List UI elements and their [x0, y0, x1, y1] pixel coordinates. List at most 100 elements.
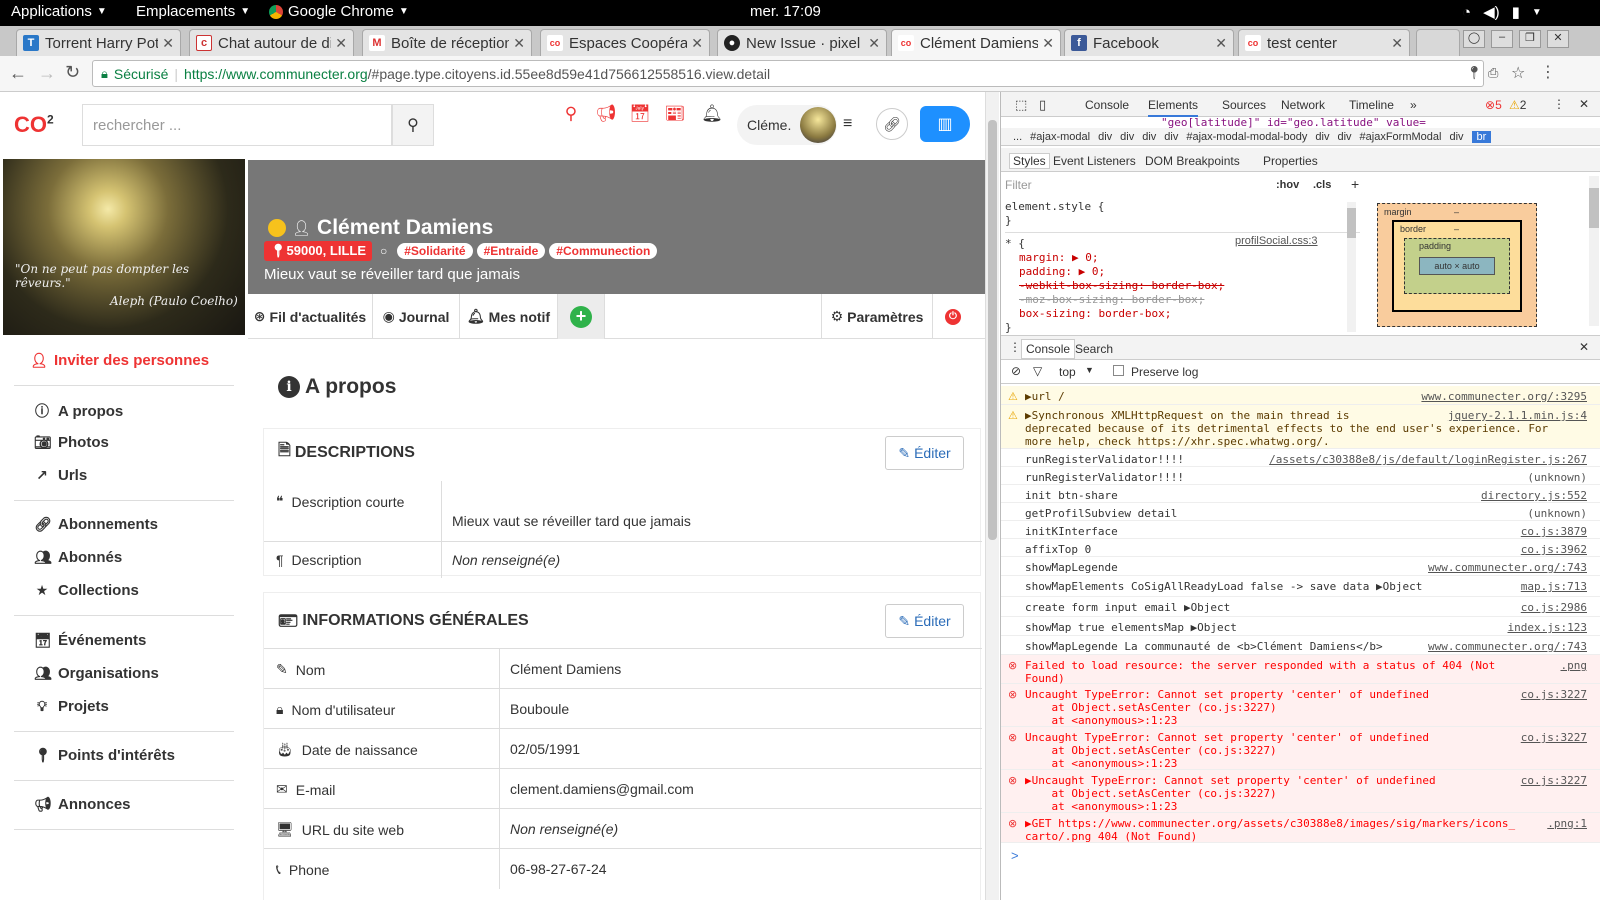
breadcrumb-item-selected[interactable]: br	[1471, 130, 1492, 143]
search-input[interactable]: rechercher ...	[82, 104, 392, 146]
devtools-menu-icon[interactable]: ⋮	[1553, 97, 1565, 111]
close-icon[interactable]: ✕	[1579, 340, 1589, 354]
console-message[interactable]: showMapElements CoSigAllReadyLoad false …	[1001, 576, 1600, 597]
search-button[interactable]: ⚲	[392, 104, 434, 146]
more-tabs-icon[interactable]: »	[1410, 98, 1417, 112]
breadcrumb-item[interactable]: div	[1164, 131, 1178, 143]
console-source-link[interactable]: .png	[1561, 659, 1588, 672]
warning-count-icon[interactable]: ⚠2	[1509, 98, 1526, 112]
user-icon[interactable]: ◯	[1463, 30, 1485, 48]
close-icon[interactable]: ✕	[1215, 35, 1227, 52]
sidebar-item-about[interactable]: ⓘ A propos	[34, 401, 123, 421]
tab-journal[interactable]: ◉ Journal	[373, 294, 460, 339]
location-icon[interactable]: 📍︎	[1466, 65, 1483, 81]
chevron-down-icon[interactable]: ▼	[1085, 365, 1094, 375]
add-button[interactable]: +	[558, 294, 605, 339]
breadcrumb-item[interactable]: ...	[1013, 131, 1022, 143]
breadcrumb-item[interactable]: div	[1142, 131, 1156, 143]
console-source-link[interactable]: co.js:2986	[1521, 601, 1587, 614]
drawer-tab-console[interactable]: Console	[1021, 339, 1076, 359]
location-badge[interactable]: 📍︎59000, LILLE	[264, 241, 372, 261]
inspect-icon[interactable]: ⬚	[1015, 97, 1027, 113]
sidebar-item-subscriptions[interactable]: 🔗︎ Abonnements	[34, 516, 158, 533]
close-icon[interactable]: ✕	[1391, 35, 1403, 52]
battery-icon[interactable]: ▮	[1512, 3, 1520, 21]
browser-tab[interactable]: ● New Issue · pixel ✕	[717, 29, 887, 56]
edit-button[interactable]: ✎ Éditer	[885, 604, 964, 638]
console-source-link[interactable]: www.communecter.org/:743	[1428, 561, 1587, 574]
close-icon[interactable]: ✕	[162, 35, 174, 52]
browser-tab[interactable]: T Torrent Harry Pot ✕	[16, 29, 181, 56]
sidebar-item-ads[interactable]: 📢︎ Annonces	[34, 796, 131, 813]
scrollbar-thumb[interactable]	[988, 120, 997, 540]
chevron-down-icon[interactable]: ▼	[1532, 7, 1542, 18]
style-line[interactable]: box-sizing: border-box;	[1005, 307, 1360, 321]
hov-toggle[interactable]: :hov	[1276, 179, 1299, 191]
avatar[interactable]	[800, 107, 836, 143]
close-icon[interactable]: ✕	[1042, 35, 1054, 52]
console-message[interactable]: ▶Uncaught TypeError: Cannot set property…	[1001, 770, 1600, 813]
breadcrumb-item[interactable]: div	[1098, 131, 1112, 143]
console-message[interactable]: affixTop 0 co.js:3962	[1001, 539, 1600, 557]
console-source-link[interactable]: index.js:123	[1508, 621, 1587, 634]
wifi-icon[interactable]: ◔	[1462, 4, 1471, 21]
breadcrumb-item[interactable]: #ajax-modal-modal-body	[1186, 131, 1307, 143]
hamburger-icon[interactable]: ≡	[843, 115, 852, 133]
console-message[interactable]: ▶GET https://www.communecter.org/assets/…	[1001, 813, 1600, 843]
devtools-tab-elements[interactable]: Elements	[1148, 98, 1199, 117]
forward-icon[interactable]: →	[38, 63, 56, 84]
places-menu[interactable]: Emplacements ▼	[136, 3, 250, 20]
tab-notifications[interactable]: 🔔︎ Mes notif	[460, 294, 558, 339]
console-message[interactable]: ▶url / www.communecter.org/:3295 ⚠	[1001, 386, 1600, 405]
subtab-styles[interactable]: Styles	[1009, 153, 1050, 169]
console-source-link[interactable]: www.communecter.org/:3295	[1421, 390, 1587, 403]
devtools-tab-network[interactable]: Network	[1281, 98, 1325, 112]
browser-tab[interactable]: c Chat autour de di ✕	[189, 29, 354, 56]
console-source-link[interactable]: www.communecter.org/:743	[1428, 640, 1587, 653]
clear-console-icon[interactable]: ⊘	[1011, 364, 1021, 378]
sidebar-item-urls[interactable]: ↗ Urls	[34, 467, 87, 484]
sidebar-item-events[interactable]: 📅︎ Événements	[34, 632, 146, 649]
console-source-link[interactable]: directory.js:552	[1481, 489, 1587, 502]
devtools-tab-console[interactable]: Console	[1085, 98, 1129, 112]
close-window-icon[interactable]: ✕	[1547, 30, 1569, 48]
browser-tab[interactable]: co Espaces Coopérat ✕	[540, 29, 710, 56]
close-icon[interactable]: ✕	[691, 35, 703, 52]
megaphone-icon[interactable]: 📢︎	[588, 96, 624, 132]
breadcrumb-item[interactable]: #ajax-modal	[1030, 131, 1090, 143]
subtab-event-listeners[interactable]: Event Listeners	[1053, 154, 1136, 168]
device-icon[interactable]: ▯	[1039, 97, 1046, 113]
search-icon[interactable]: ⚲	[553, 96, 589, 132]
sidebar-item-followers[interactable]: 👥︎ Abonnés	[34, 549, 122, 566]
console-source-link[interactable]: (unknown)	[1527, 471, 1587, 484]
link-icon[interactable]: 🔗︎	[876, 108, 908, 140]
console-message[interactable]: getProfilSubview detail (unknown)	[1001, 503, 1600, 521]
browser-tab-active[interactable]: co Clément Damiens ✕	[891, 29, 1061, 56]
subtab-properties[interactable]: Properties	[1263, 154, 1318, 168]
close-icon[interactable]: ✕	[513, 35, 525, 52]
add-rule-icon[interactable]: +	[1351, 176, 1359, 192]
console-source-link[interactable]: jquery-2.1.1.min.js:4	[1448, 409, 1587, 422]
console-source-link[interactable]: co.js:3227	[1521, 774, 1587, 787]
breadcrumb-item[interactable]: div	[1120, 131, 1134, 143]
style-line[interactable]: margin: ▶ 0;	[1005, 251, 1360, 265]
power-button[interactable]: ⏻	[933, 294, 973, 339]
console-message[interactable]: Uncaught TypeError: Cannot set property …	[1001, 684, 1600, 727]
volume-icon[interactable]: ◀)	[1483, 3, 1500, 21]
context-select[interactable]: top	[1059, 365, 1076, 379]
console-message[interactable]: showMapLegende www.communecter.org/:743	[1001, 557, 1600, 576]
breadcrumb-item[interactable]: div	[1449, 131, 1463, 143]
filter-icon[interactable]: ▽	[1033, 364, 1042, 378]
tag-chip[interactable]: #Communection	[549, 243, 658, 259]
applications-menu[interactable]: Applications ▼	[11, 3, 107, 20]
minimize-icon[interactable]: –	[1491, 30, 1513, 48]
console-source-link[interactable]: .png:1	[1547, 817, 1587, 830]
url-field[interactable]: 🔒︎ Sécurisé | https://www.communecter.or…	[92, 60, 1484, 87]
styles-filter-input[interactable]: Filter	[1005, 178, 1032, 192]
console-source-link[interactable]: co.js:3227	[1521, 688, 1587, 701]
clock[interactable]: mer. 17:09	[750, 3, 821, 20]
console-message[interactable]: showMap true elementsMap ▶Object index.js…	[1001, 617, 1600, 636]
breadcrumb-item[interactable]: div	[1337, 131, 1351, 143]
communecter-logo[interactable]: CO2	[14, 112, 54, 138]
console-message[interactable]: Failed to load resource: the server resp…	[1001, 655, 1600, 685]
